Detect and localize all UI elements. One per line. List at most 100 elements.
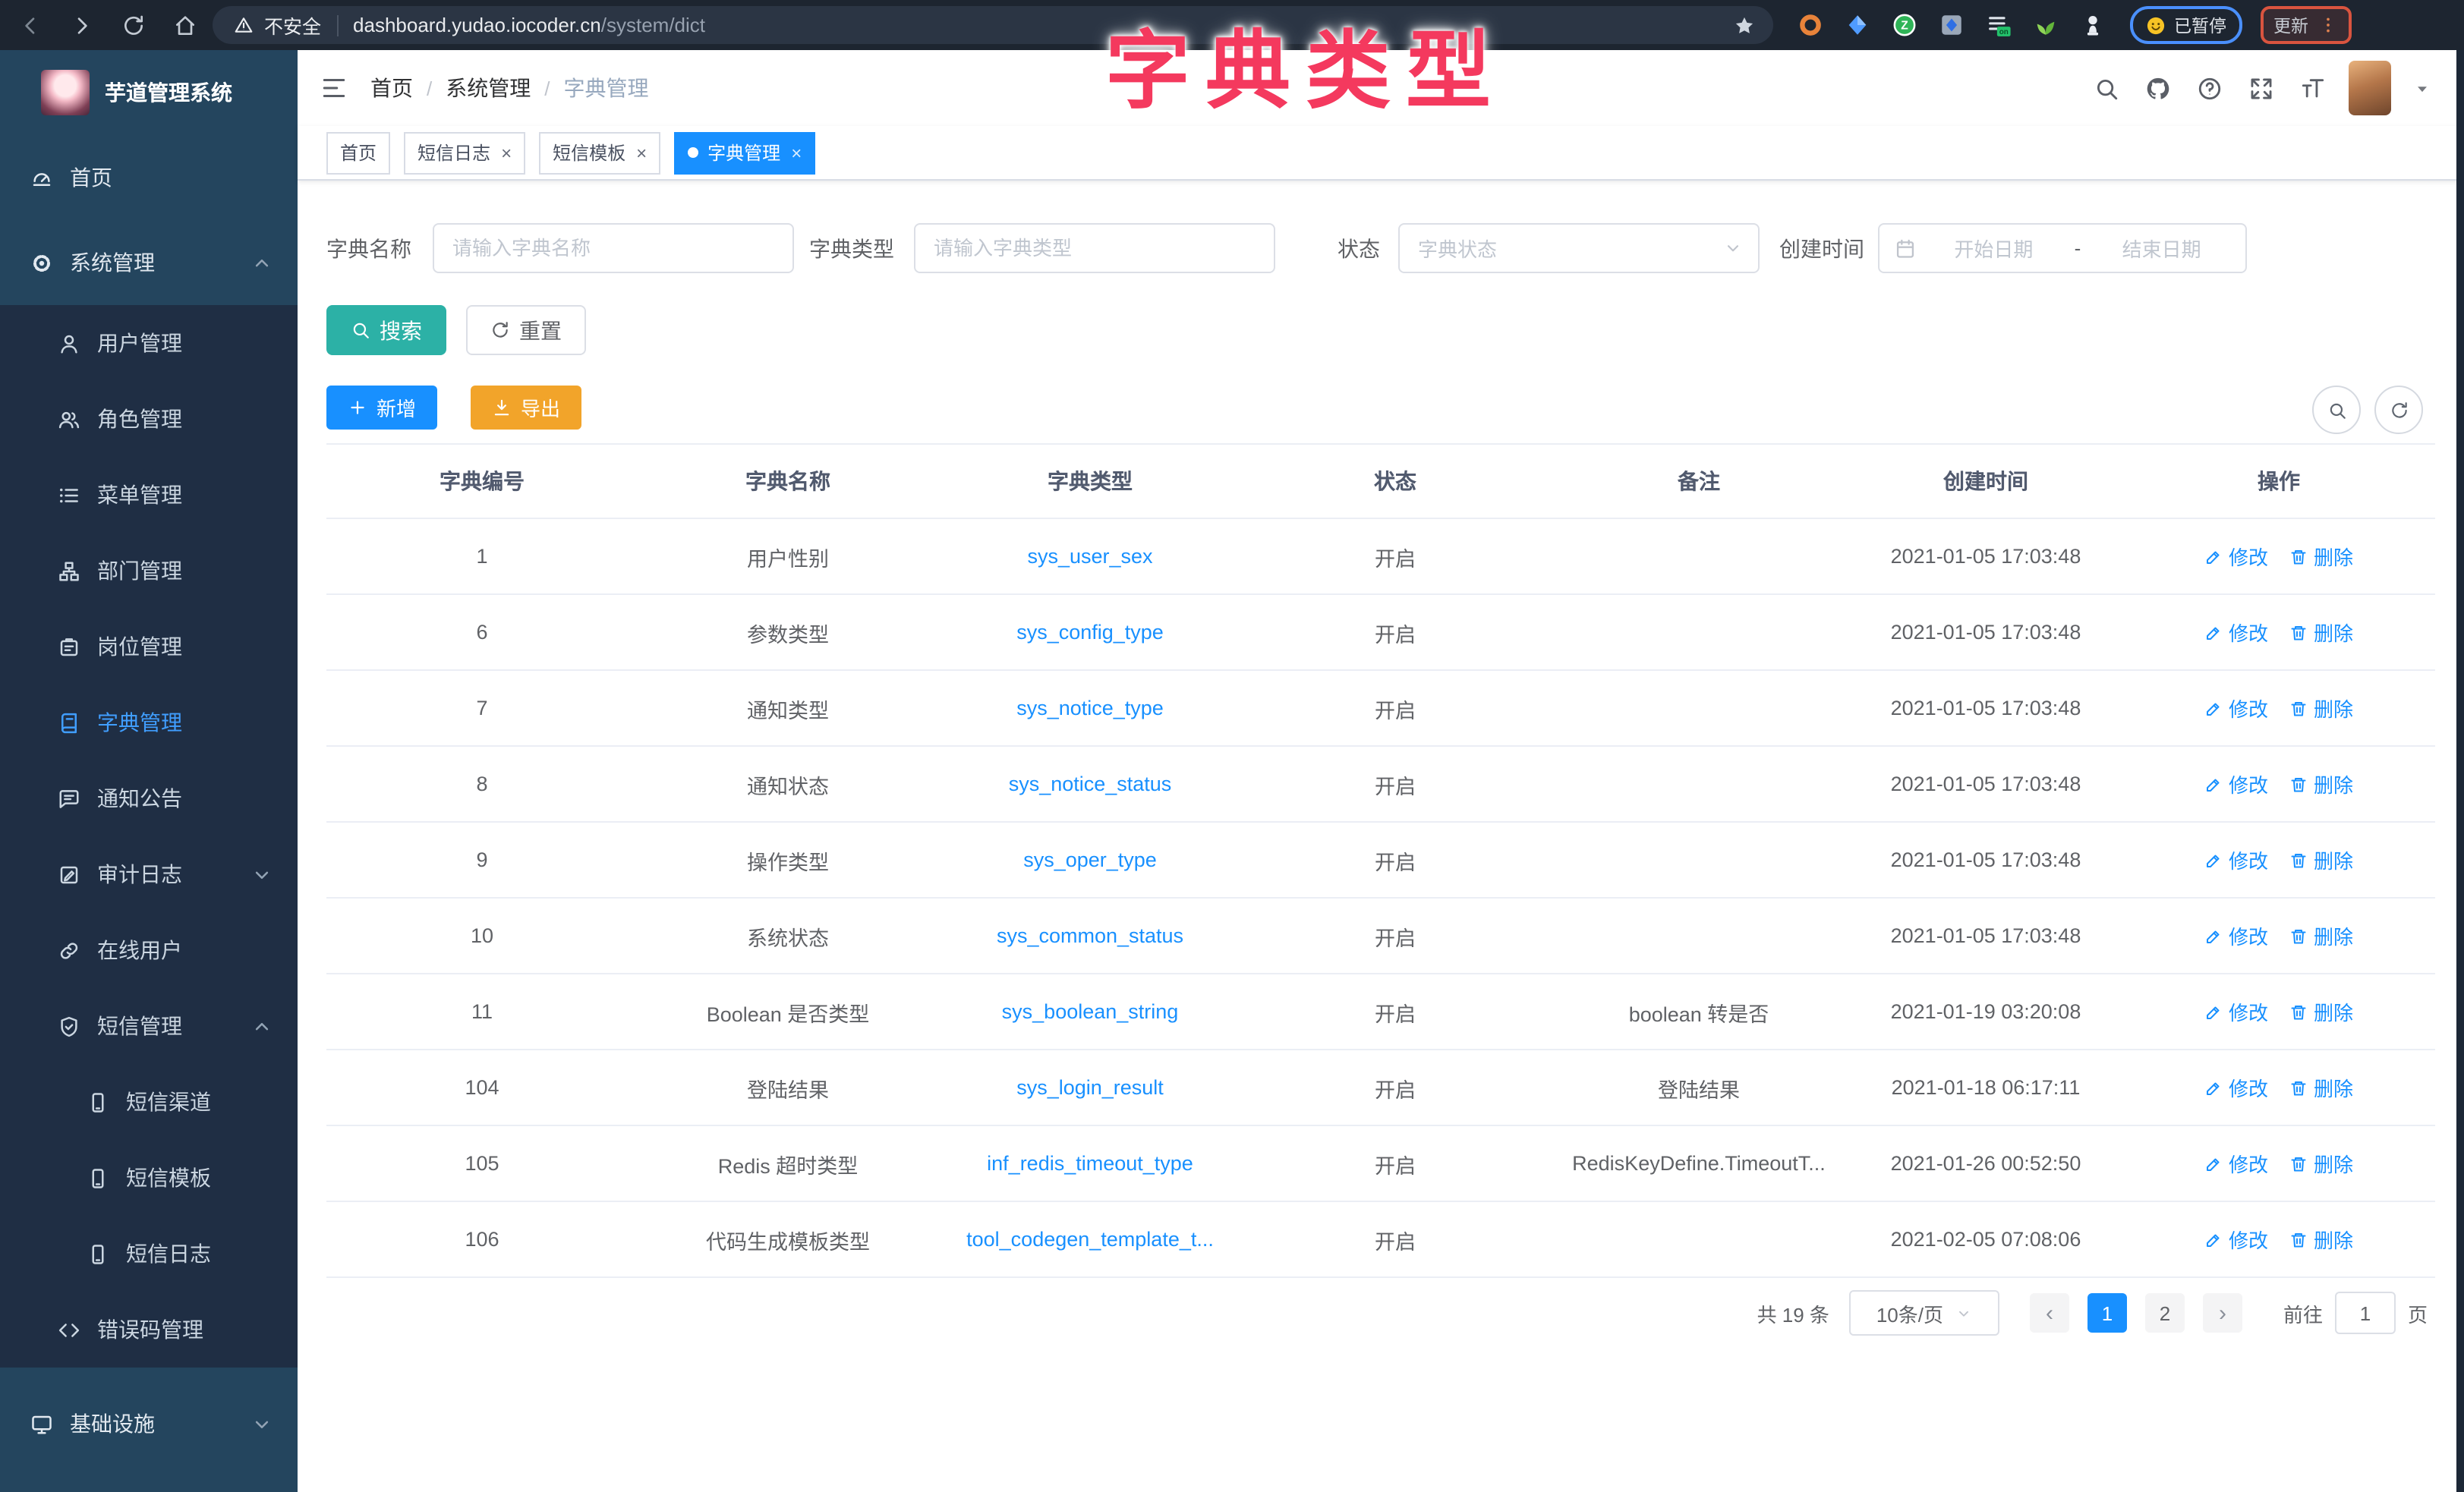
search-button[interactable]: 搜索 (326, 305, 446, 355)
sidebar-item-短信模板[interactable]: 短信模板 (0, 1140, 298, 1216)
delete-button[interactable]: 删除 (2289, 694, 2353, 722)
page-size-select[interactable]: 10条/页 (1849, 1290, 1999, 1336)
status-select[interactable]: 字典状态 (1398, 223, 1760, 273)
edit-button-label: 修改 (2229, 1225, 2268, 1254)
dict-type-link[interactable]: sys_user_sex (1027, 545, 1152, 568)
paused-extension-button[interactable]: 已暂停 (2130, 6, 2242, 44)
edit-button[interactable]: 修改 (2204, 997, 2268, 1026)
forward-icon[interactable] (70, 13, 94, 37)
breadcrumb-home[interactable]: 首页 (370, 73, 413, 103)
delete-button[interactable]: 删除 (2289, 618, 2353, 647)
refresh-icon[interactable] (121, 13, 146, 37)
z-ext-icon[interactable]: Z (1892, 12, 1917, 38)
delete-button[interactable]: 删除 (2289, 542, 2353, 571)
dict-type-link[interactable]: tool_codegen_template_t... (966, 1228, 1214, 1251)
fullscreen-icon[interactable] (2248, 75, 2274, 101)
edit-button[interactable]: 修改 (2204, 1073, 2268, 1102)
dict-name-input[interactable] (433, 223, 794, 273)
sprout-ext-icon[interactable] (2033, 12, 2059, 38)
dict-type-link[interactable]: sys_notice_type (1016, 697, 1164, 719)
dict-type-link[interactable]: sys_notice_status (1009, 773, 1172, 795)
target-ext-icon[interactable] (1798, 12, 1823, 38)
edit-button[interactable]: 修改 (2204, 694, 2268, 722)
bookmark-star-icon[interactable] (1734, 14, 1755, 36)
goto-page-input[interactable] (2335, 1292, 2396, 1334)
sidebar-item-部门管理[interactable]: 部门管理 (0, 533, 298, 609)
close-icon[interactable]: × (791, 142, 802, 163)
home-icon[interactable] (173, 13, 197, 37)
delete-button[interactable]: 删除 (2289, 1149, 2353, 1178)
edit-button[interactable]: 修改 (2204, 542, 2268, 571)
sidebar-item-字典管理[interactable]: 字典管理 (0, 685, 298, 760)
kite-ext-icon[interactable] (1845, 12, 1870, 38)
edit-button[interactable]: 修改 (2204, 845, 2268, 874)
sidebar-item-错误码管理[interactable]: 错误码管理 (0, 1292, 298, 1368)
sidebar-item-短信渠道[interactable]: 短信渠道 (0, 1064, 298, 1140)
dict-type-input[interactable] (914, 223, 1275, 273)
question-icon[interactable] (2197, 75, 2223, 101)
github-icon[interactable] (2145, 75, 2171, 101)
sidebar-item-审计日志[interactable]: 审计日志 (0, 836, 298, 912)
column-header-备注: 备注 (1549, 444, 1849, 518)
font-size-icon[interactable] (2300, 75, 2326, 101)
reset-button[interactable]: 重置 (466, 305, 586, 355)
caret-down-icon[interactable] (2414, 80, 2431, 96)
edit-button[interactable]: 修改 (2204, 770, 2268, 798)
tab-字典管理[interactable]: 字典管理× (674, 131, 815, 174)
page-button-1[interactable]: 1 (2087, 1293, 2127, 1333)
tab-短信日志[interactable]: 短信日志× (404, 131, 525, 174)
dict-type-link[interactable]: sys_common_status (997, 924, 1183, 947)
sidebar-item-短信日志[interactable]: 短信日志 (0, 1216, 298, 1292)
sidebar-item-通知公告[interactable]: 通知公告 (0, 760, 298, 836)
edit-button[interactable]: 修改 (2204, 921, 2268, 950)
delete-button[interactable]: 删除 (2289, 997, 2353, 1026)
avatar[interactable] (2349, 61, 2391, 115)
prev-page-button[interactable]: ‹ (2030, 1293, 2069, 1333)
sidebar-item-在线用户[interactable]: 在线用户 (0, 912, 298, 988)
sidebar-item-首页[interactable]: 首页 (0, 135, 298, 220)
dict-type-link[interactable]: sys_login_result (1016, 1076, 1164, 1099)
delete-button[interactable]: 删除 (2289, 921, 2353, 950)
pawn-ext-icon[interactable] (2080, 12, 2106, 38)
delete-button[interactable]: 删除 (2289, 1225, 2353, 1254)
sidebar-logo[interactable]: 芋道管理系统 (0, 50, 298, 135)
close-icon[interactable]: × (636, 142, 647, 163)
browser-menu-icon[interactable] (2317, 15, 2337, 35)
edit-button[interactable]: 修改 (2204, 618, 2268, 647)
search-icon[interactable] (2094, 75, 2119, 101)
back-icon[interactable] (18, 13, 43, 37)
sidebar-item-用户管理[interactable]: 用户管理 (0, 305, 298, 381)
breadcrumb-system[interactable]: 系统管理 (446, 73, 531, 103)
dict-type-link[interactable]: sys_oper_type (1023, 848, 1157, 871)
sidebar-item-角色管理[interactable]: 角色管理 (0, 381, 298, 457)
delete-button[interactable]: 删除 (2289, 845, 2353, 874)
date-range-picker[interactable]: 开始日期 - 结束日期 (1878, 223, 2247, 273)
edit-button[interactable]: 修改 (2204, 1225, 2268, 1254)
delete-button[interactable]: 删除 (2289, 1073, 2353, 1102)
sidebar-item-基础设施[interactable]: 基础设施 (0, 1381, 298, 1466)
next-page-button[interactable]: › (2203, 1293, 2242, 1333)
page-button-2[interactable]: 2 (2145, 1293, 2185, 1333)
close-icon[interactable]: × (501, 142, 512, 163)
delete-button[interactable]: 删除 (2289, 770, 2353, 798)
dict-type-link[interactable]: inf_redis_timeout_type (987, 1152, 1193, 1175)
refresh-table-button[interactable] (2374, 386, 2423, 434)
dict-type-link[interactable]: sys_boolean_string (1002, 1000, 1179, 1023)
tab-首页[interactable]: 首页 (326, 131, 390, 174)
sidebar-item-系统管理[interactable]: 系统管理 (0, 220, 298, 305)
blocks-ext-icon[interactable] (1939, 12, 1965, 38)
sidebar-toggle-icon[interactable] (320, 74, 348, 102)
edit-button[interactable]: 修改 (2204, 1149, 2268, 1178)
show-search-button[interactable] (2312, 386, 2361, 434)
tab-短信模板[interactable]: 短信模板× (539, 131, 660, 174)
sidebar-item-短信管理[interactable]: 短信管理 (0, 988, 298, 1064)
export-button[interactable]: 导出 (471, 386, 581, 430)
dict-type-link[interactable]: sys_config_type (1016, 621, 1164, 644)
sidebar-item-岗位管理[interactable]: 岗位管理 (0, 609, 298, 685)
add-button[interactable]: 新增 (326, 386, 437, 430)
address-bar[interactable]: 不安全 dashboard.yudao.iocoder.cn/system/di… (213, 6, 1773, 44)
sidebar-item-菜单管理[interactable]: 菜单管理 (0, 457, 298, 533)
browser-update-button[interactable]: 更新 (2260, 6, 2351, 44)
list-ext-icon[interactable]: on (1986, 12, 2012, 38)
site-security[interactable]: 不安全 (213, 11, 336, 39)
